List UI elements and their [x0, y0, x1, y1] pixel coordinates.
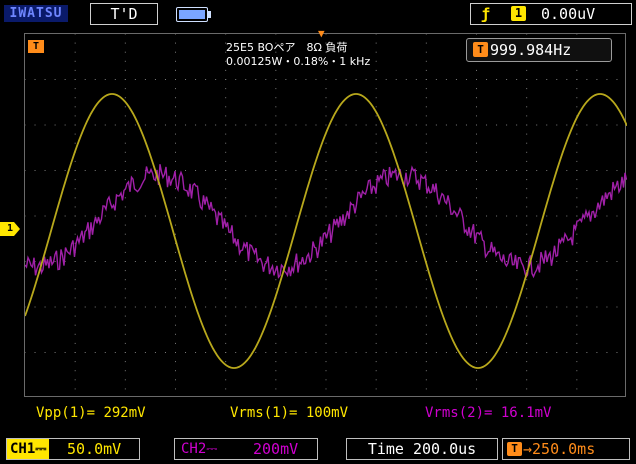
graticule — [25, 34, 618, 390]
timebase-box[interactable]: Time 200.0us — [346, 438, 498, 460]
measurement-vrms-ch1: Vrms(1)= 100mV — [230, 404, 348, 422]
trigger-position-marker[interactable]: ▼ — [318, 28, 325, 39]
frequency-value: 999.984Hz — [490, 41, 572, 59]
trigger-status: T'D — [90, 3, 158, 25]
ch2-label: CH2⎓ — [181, 441, 218, 457]
ch2-volts-per-div: 200mV — [253, 440, 299, 458]
ch1-label: CH1⎓ — [7, 439, 50, 459]
trigger-source-badge: 1 — [511, 6, 526, 21]
trigger-settings[interactable]: ƒ 1 0.00uV — [470, 3, 632, 25]
measurement-value: 292mV — [103, 405, 146, 421]
screen-annotation: 25E5 BOペア 8Ω 負荷 0.00125W・0.18%・1 kHz — [226, 41, 370, 69]
rising-edge-icon: ƒ — [481, 5, 491, 23]
ch1-scale-box[interactable]: CH1⎓ 50.0mV — [6, 438, 140, 460]
ch1-waveform — [25, 93, 627, 369]
trigger-delay-box[interactable]: T →250.0ms — [502, 438, 630, 460]
frequency-counter: T 999.984Hz — [466, 38, 612, 62]
measurement-value: 16.1mV — [500, 405, 552, 421]
waveform-display — [24, 33, 627, 397]
trigger-delay: →250.0ms — [523, 440, 596, 458]
measurement-vpp-ch1: Vpp(1)= 292mV — [36, 404, 146, 422]
frequency-counter-icon: T — [473, 42, 488, 57]
trigger-level-marker[interactable]: T — [28, 40, 44, 53]
trigger-level: 0.00uV — [541, 5, 596, 23]
ch1-ground-marker[interactable]: 1 — [0, 222, 20, 236]
dc-coupling-icon: ⎓ — [206, 441, 218, 457]
ch1-volts-per-div: 50.0mV — [67, 440, 122, 458]
measurement-value: 100mV — [305, 405, 349, 421]
ch2-waveform — [25, 164, 627, 279]
ch2-scale-box[interactable]: CH2⎓ 200mV — [174, 438, 318, 460]
dc-coupling-icon: ⎓ — [35, 441, 47, 457]
delay-icon: T — [507, 442, 522, 456]
measurement-vrms-ch2: Vrms(2)= 16.1mV — [425, 404, 551, 422]
measurement-label: Vpp(1)= — [36, 405, 96, 421]
annotation-line-2: 0.00125W・0.18%・1 kHz — [226, 55, 371, 68]
battery-icon — [176, 7, 211, 22]
measurement-label: Vrms(1)= — [230, 405, 298, 421]
measurement-label: Vrms(2)= — [425, 405, 493, 421]
brand-logo: IWATSU — [4, 5, 68, 22]
waveform-canvas — [25, 34, 627, 390]
oscilloscope-screen: IWATSU T'D ƒ 1 0.00uV ▼ T 1 25E5 BOペア 8Ω… — [0, 0, 636, 464]
annotation-line-1: 25E5 BOペア 8Ω 負荷 — [226, 41, 348, 54]
